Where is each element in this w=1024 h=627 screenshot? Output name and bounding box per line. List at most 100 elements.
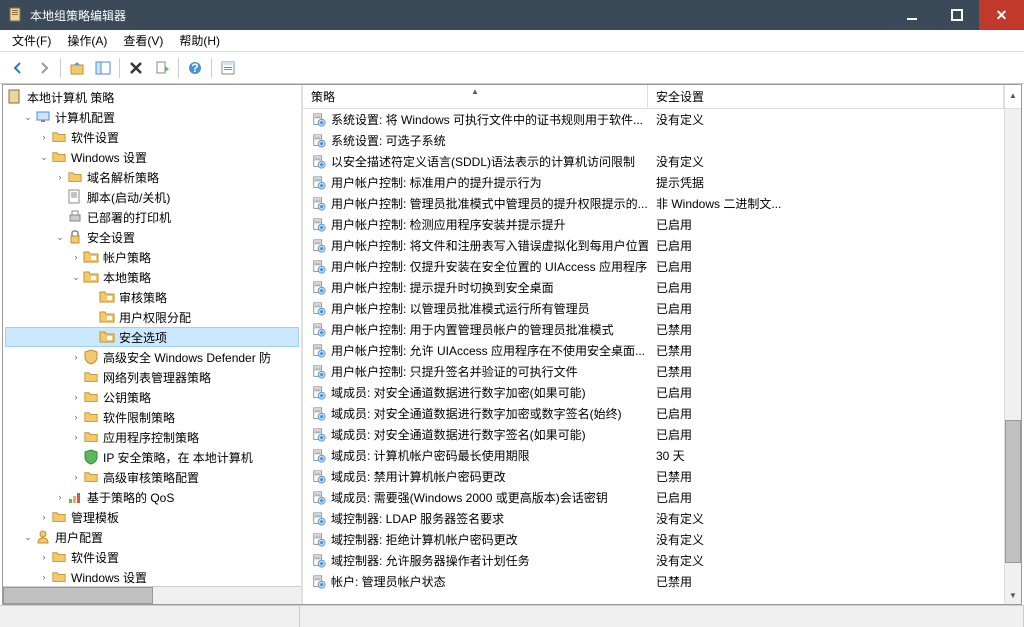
menu-file[interactable]: 文件(F) [4,30,59,51]
tree-policy-qos[interactable]: › 基于策略的 QoS [5,487,299,507]
policy-row[interactable]: 用户帐户控制: 将文件和注册表写入错误虚拟化到每用户位置已启用 [303,235,1004,256]
policy-row[interactable]: 以安全描述符定义语言(SDDL)语法表示的计算机访问限制没有定义 [303,151,1004,172]
tree-content[interactable]: 本地计算机 策略 ⌄ 计算机配置 › 软件设置 ⌄ Windows 设置 › 域… [3,85,301,586]
column-header-policy[interactable]: ▲ 策略 [303,85,648,108]
policy-row[interactable]: 用户帐户控制: 提示提升时切换到安全桌面已启用 [303,277,1004,298]
policy-row[interactable]: 域成员: 需要强(Windows 2000 或更高版本)会话密钥已启用 [303,487,1004,508]
policy-name-cell: 用户帐户控制: 提示提升时切换到安全桌面 [303,279,648,296]
tree-user-config[interactable]: ⌄ 用户配置 [5,527,299,547]
policy-row[interactable]: 域控制器: 允许服务器操作者计划任务没有定义 [303,550,1004,571]
policy-item-icon [311,490,327,506]
expand-icon[interactable]: › [69,410,83,424]
policy-row[interactable]: 域成员: 计算机帐户密码最长使用期限30 天 [303,445,1004,466]
policy-row[interactable]: 域控制器: 拒绝计算机帐户密码更改没有定义 [303,529,1004,550]
tree-horizontal-scrollbar[interactable] [3,586,301,604]
help-button[interactable]: ? [183,56,207,80]
tree-root[interactable]: 本地计算机 策略 [5,87,299,107]
policy-name-label: 域成员: 需要强(Windows 2000 或更高版本)会话密钥 [331,489,608,506]
tree-local-policies[interactable]: ⌄ 本地策略 [5,267,299,287]
tree-app-control[interactable]: › 应用程序控制策略 [5,427,299,447]
tree-account-policies[interactable]: › 帐户策略 [5,247,299,267]
policy-row[interactable]: 域成员: 对安全通道数据进行数字加密(如果可能)已启用 [303,382,1004,403]
expand-icon[interactable]: › [53,170,67,184]
policy-row[interactable]: 系统设置: 可选子系统 [303,130,1004,151]
column-header-setting[interactable]: 安全设置 [648,85,1004,108]
policy-item-icon [311,469,327,485]
tree-computer-config[interactable]: ⌄ 计算机配置 [5,107,299,127]
close-button[interactable]: ✕ [979,0,1024,30]
tree-software-settings[interactable]: › 软件设置 [5,127,299,147]
policy-name-label: 用户帐户控制: 以管理员批准模式运行所有管理员 [331,300,590,317]
tree-name-resolution[interactable]: › 域名解析策略 [5,167,299,187]
tree-security-options[interactable]: 安全选项 [5,327,299,347]
collapse-icon[interactable]: ⌄ [53,230,67,244]
expand-icon[interactable]: › [53,490,67,504]
collapse-icon[interactable]: ⌄ [21,530,35,544]
expand-icon[interactable]: › [37,550,51,564]
tree-ip-security[interactable]: IP 安全策略，在 本地计算机 [5,447,299,467]
tree-user-software[interactable]: › 软件设置 [5,547,299,567]
policy-row[interactable]: 用户帐户控制: 检测应用程序安装并提示提升已启用 [303,214,1004,235]
vertical-scrollbar[interactable]: ▼ [1004,109,1021,604]
expand-icon[interactable]: › [69,250,83,264]
tree-user-rights[interactable]: 用户权限分配 [5,307,299,327]
tree-advanced-audit[interactable]: › 高级审核策略配置 [5,467,299,487]
policy-row[interactable]: 用户帐户控制: 只提升签名并验证的可执行文件已禁用 [303,361,1004,382]
tree-network-list[interactable]: 网络列表管理器策略 [5,367,299,387]
policy-row[interactable]: 用户帐户控制: 标准用户的提升提示行为提示凭据 [303,172,1004,193]
expand-icon[interactable]: › [69,430,83,444]
export-button[interactable] [150,56,174,80]
tree-admin-templates[interactable]: › 管理模板 [5,507,299,527]
policy-name-label: 域成员: 对安全通道数据进行数字签名(如果可能) [331,426,586,443]
expand-icon[interactable]: › [37,130,51,144]
scrollbar-thumb[interactable] [3,587,153,604]
properties-button[interactable] [216,56,240,80]
maximize-button[interactable] [934,0,979,30]
expand-icon[interactable]: › [37,510,51,524]
menu-action[interactable]: 操作(A) [59,30,115,51]
forward-button[interactable] [32,56,56,80]
tree-windows-defender[interactable]: › 高级安全 Windows Defender 防 [5,347,299,367]
collapse-icon[interactable]: ⌄ [37,150,51,164]
expand-icon[interactable]: › [69,350,83,364]
tree-deployed-printers[interactable]: 已部署的打印机 [5,207,299,227]
policy-row[interactable]: 用户帐户控制: 管理员批准模式中管理员的提升权限提示的...非 Windows … [303,193,1004,214]
ip-shield-icon [83,449,99,465]
up-button[interactable] [65,56,89,80]
expand-icon[interactable]: › [37,570,51,584]
policy-row[interactable]: 用户帐户控制: 以管理员批准模式运行所有管理员已启用 [303,298,1004,319]
policy-row[interactable]: 用户帐户控制: 仅提升安装在安全位置的 UIAccess 应用程序已启用 [303,256,1004,277]
list-header: ▲ 策略 安全设置 ▲ [303,85,1021,109]
tree-security-settings[interactable]: ⌄ 安全设置 [5,227,299,247]
policy-row[interactable]: 系统设置: 将 Windows 可执行文件中的证书规则用于软件...没有定义 [303,109,1004,130]
scroll-up-icon[interactable]: ▲ [1005,85,1021,107]
policy-row[interactable]: 用户帐户控制: 允许 UIAccess 应用程序在不使用安全桌面...已禁用 [303,340,1004,361]
tree-audit-policy[interactable]: 审核策略 [5,287,299,307]
policy-row[interactable]: 用户帐户控制: 用于内置管理员帐户的管理员批准模式已禁用 [303,319,1004,340]
tree-user-windows[interactable]: › Windows 设置 [5,567,299,586]
policy-row[interactable]: 域成员: 对安全通道数据进行数字加密或数字签名(始终)已启用 [303,403,1004,424]
policy-row[interactable]: 域控制器: LDAP 服务器签名要求没有定义 [303,508,1004,529]
policy-name-label: 域成员: 对安全通道数据进行数字加密或数字签名(始终) [331,405,622,422]
delete-button[interactable] [124,56,148,80]
tree-software-restriction[interactable]: › 软件限制策略 [5,407,299,427]
menu-view[interactable]: 查看(V) [115,30,171,51]
collapse-icon[interactable]: ⌄ [21,110,35,124]
scrollbar-thumb[interactable] [1005,420,1021,563]
expand-icon[interactable]: › [69,390,83,404]
tree-scripts[interactable]: 脚本(启动/关机) [5,187,299,207]
policy-row[interactable]: 域成员: 对安全通道数据进行数字签名(如果可能)已启用 [303,424,1004,445]
policy-row[interactable]: 域成员: 禁用计算机帐户密码更改已禁用 [303,466,1004,487]
policy-list[interactable]: 系统设置: 将 Windows 可执行文件中的证书规则用于软件...没有定义系统… [303,109,1004,604]
expand-icon[interactable]: › [69,470,83,484]
back-button[interactable] [6,56,30,80]
collapse-icon[interactable]: ⌄ [69,270,83,284]
menu-help[interactable]: 帮助(H) [171,30,228,51]
policy-folder-icon [83,249,99,265]
tree-public-key[interactable]: › 公钥策略 [5,387,299,407]
minimize-button[interactable] [889,0,934,30]
scroll-down-icon[interactable]: ▼ [1005,587,1021,604]
tree-windows-settings[interactable]: ⌄ Windows 设置 [5,147,299,167]
policy-row[interactable]: 帐户: 管理员帐户状态已禁用 [303,571,1004,592]
show-hide-tree-button[interactable] [91,56,115,80]
